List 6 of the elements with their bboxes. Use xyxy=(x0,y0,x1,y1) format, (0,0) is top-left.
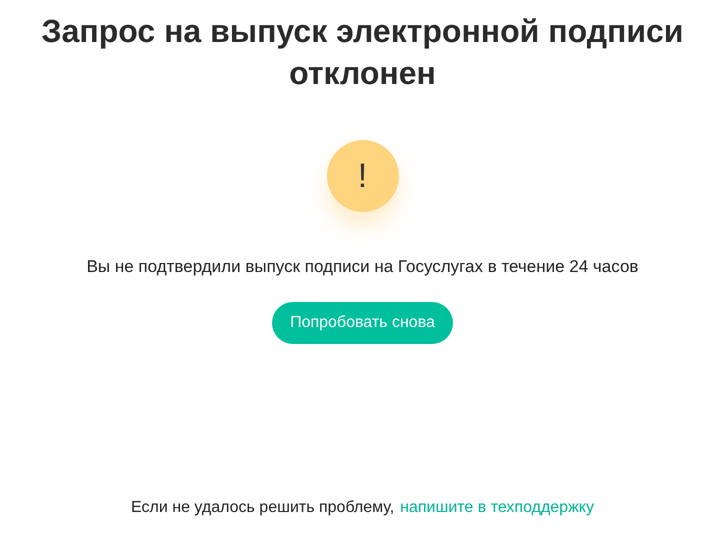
error-message: Вы не подтвердили выпуск подписи на Госуслугах в течение 24 часов xyxy=(86,256,638,278)
support-text: Если не удалось решить проблему, xyxy=(131,498,394,518)
warning-icon: ! xyxy=(326,140,398,212)
page-title: Запрос на выпуск электронной подписи отклонен xyxy=(40,12,684,93)
retry-button[interactable]: Попробовать снова xyxy=(272,302,453,344)
support-link[interactable]: напишите в техподдержку xyxy=(400,496,594,520)
